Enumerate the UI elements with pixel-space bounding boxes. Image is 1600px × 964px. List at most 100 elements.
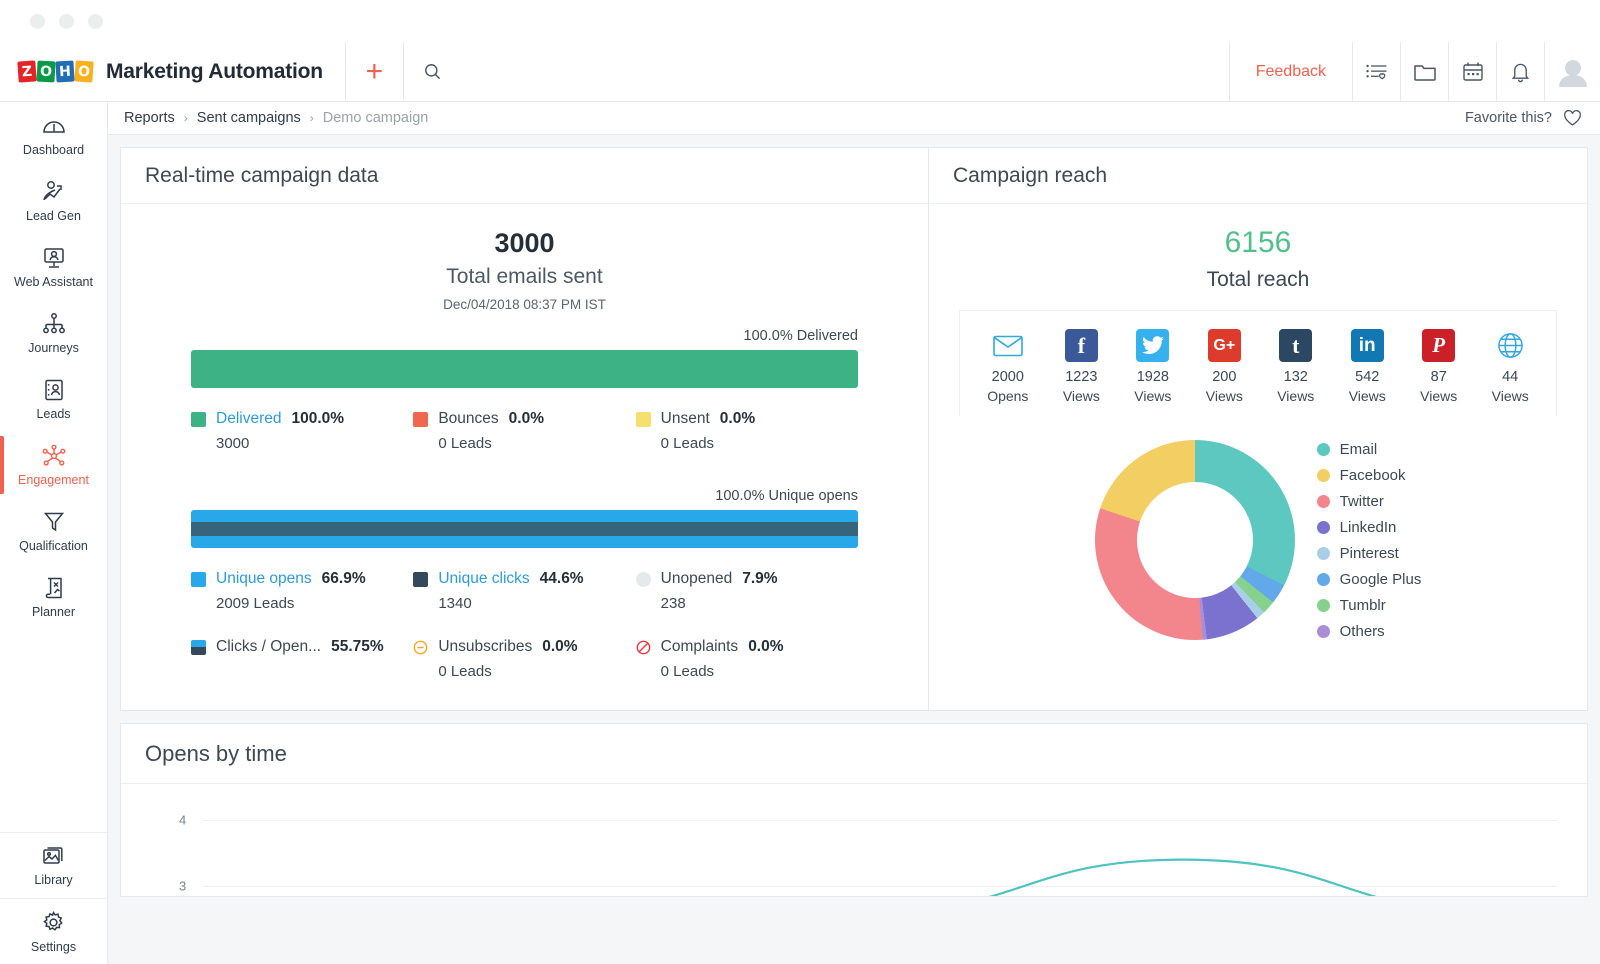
stat-sub: 2009 Leads xyxy=(216,595,295,612)
sidebar-item-planner[interactable]: Planner xyxy=(0,564,107,630)
plus-icon: + xyxy=(365,54,384,88)
channel-label: Views xyxy=(1062,388,1100,404)
calendar-button[interactable] xyxy=(1448,42,1496,101)
stat-name: Clicks / Open... xyxy=(216,638,322,655)
stat-item[interactable]: Delivered 100.0% 3000 xyxy=(191,410,413,452)
stat-item[interactable]: Unsent 0.0% 0 Leads xyxy=(635,410,858,452)
channel-item[interactable]: G+ 200 Views xyxy=(1206,329,1243,404)
realtime-campaign-card: Real-time campaign data 3000 Total email… xyxy=(120,147,928,711)
stat-sub: 238 xyxy=(660,595,686,612)
donut-legend: Email Facebook Twitter LinkedIn Pinterest Goo… xyxy=(1316,441,1422,640)
zoho-letter-z: Z xyxy=(17,60,37,83)
search-button[interactable] xyxy=(402,42,461,101)
channel-icon: t xyxy=(1279,329,1313,362)
sidebar-item-web-assistant[interactable]: Web Assistant xyxy=(0,234,107,300)
stat-name[interactable]: Delivered xyxy=(216,410,281,428)
stat-header: Unique opens 66.9% xyxy=(191,570,413,588)
breadcrumb-item-sent-campaigns[interactable]: Sent campaigns xyxy=(197,110,301,126)
legend-label: Twitter xyxy=(1339,492,1384,510)
legend-item[interactable]: Pinterest xyxy=(1316,545,1422,562)
legend-item[interactable]: LinkedIn xyxy=(1316,519,1422,536)
stat-value: 100.0% xyxy=(291,410,345,427)
sidebar-item-qualification[interactable]: Qualification xyxy=(0,498,107,564)
legend-item[interactable]: Twitter xyxy=(1316,492,1422,510)
breadcrumb-item-current: Demo campaign xyxy=(322,110,429,126)
stat-header: Unopened 7.9% xyxy=(635,570,858,588)
stat-item[interactable]: Unsubscribes 0.0% 0 Leads xyxy=(413,638,635,680)
channel-icon xyxy=(991,329,1025,362)
favorite-button[interactable]: Favorite this? xyxy=(1465,109,1582,127)
stat-item[interactable]: Bounces 0.0% 0 Leads xyxy=(413,410,635,452)
engagement-icon xyxy=(42,444,65,466)
stat-item[interactable]: Clicks / Open... 55.75% xyxy=(191,638,413,680)
stat-name[interactable]: Unique opens xyxy=(216,570,312,588)
sidebar: Dashboard Lead Gen Web Assistant Journey… xyxy=(0,102,108,964)
sidebar-item-leads[interactable]: Leads xyxy=(0,366,107,432)
legend-item[interactable]: Email xyxy=(1316,441,1422,458)
notifications-button[interactable] xyxy=(1496,42,1544,101)
zoho-logo-icon: Z O H O xyxy=(17,60,94,83)
folder-button[interactable] xyxy=(1400,42,1448,101)
zoho-letter-o2: O xyxy=(74,60,94,83)
sidebar-item-library[interactable]: Library xyxy=(0,832,107,898)
sidebar-item-lead-gen[interactable]: Lead Gen xyxy=(0,168,107,234)
images-icon xyxy=(42,847,63,864)
stat-sub: 0 Leads xyxy=(438,663,492,680)
top-bar: Z O H O Marketing Automation + Feedback xyxy=(0,42,1600,102)
legend-item[interactable]: Facebook xyxy=(1316,467,1422,484)
breadcrumb-item-reports[interactable]: Reports xyxy=(124,110,175,126)
channel-label: Opens xyxy=(987,388,1029,404)
channel-label: Views xyxy=(1134,388,1172,404)
stat-name: Unopened xyxy=(660,570,733,587)
brand[interactable]: Z O H O Marketing Automation xyxy=(0,42,345,101)
channel-item[interactable]: 1928 Views xyxy=(1134,329,1171,404)
gauge-icon xyxy=(42,120,65,133)
stat-item[interactable]: Unique clicks 44.6% 1340 xyxy=(413,570,635,612)
google-plus-icon: G+ xyxy=(1213,336,1236,354)
channel-item[interactable]: P 87 Views xyxy=(1420,329,1457,404)
y-tick-3: 3 xyxy=(179,878,187,894)
sidebar-item-journeys[interactable]: Journeys xyxy=(0,300,107,366)
legend-item[interactable]: Tumblr xyxy=(1316,597,1422,614)
legend-item[interactable]: Google Plus xyxy=(1316,571,1421,588)
sidebar-item-label: Engagement xyxy=(18,472,89,487)
campaign-timestamp: Dec/04/2018 08:37 PM IST xyxy=(443,297,606,312)
sidebar-item-label: Leads xyxy=(36,406,71,421)
donut-ring xyxy=(1094,440,1295,640)
sidebar-item-engagement[interactable]: Engagement xyxy=(0,432,107,498)
list-heart-button[interactable] xyxy=(1352,42,1400,101)
legend-swatch xyxy=(1316,572,1330,586)
zoho-letter-o1: O xyxy=(36,60,56,83)
square-swatch xyxy=(413,571,429,587)
stat-item[interactable]: Complaints 0.0% 0 Leads xyxy=(636,638,858,680)
window-dot-maximize[interactable] xyxy=(88,13,103,29)
total-emails-value: 3000 xyxy=(494,228,555,258)
breadcrumb-bar: Reports › Sent campaigns › Demo campaign… xyxy=(108,102,1600,135)
opens-by-time-card: Opens by time 4 3 xyxy=(120,723,1588,897)
window-dot-minimize[interactable] xyxy=(59,13,74,29)
channel-item[interactable]: 44 Views xyxy=(1492,329,1529,404)
channel-count: 132 xyxy=(1283,369,1308,385)
feedback-button[interactable]: Feedback xyxy=(1228,42,1352,101)
twitter-icon xyxy=(1141,336,1164,355)
stat-name: Unsent xyxy=(660,410,710,427)
stat-item[interactable]: Unopened 7.9% 238 xyxy=(635,570,858,612)
add-button[interactable]: + xyxy=(344,42,403,101)
channel-item[interactable]: in 542 Views xyxy=(1349,329,1386,404)
sidebar-item-label: Dashboard xyxy=(22,142,85,157)
channel-item[interactable]: f 1223 Views xyxy=(1063,329,1100,404)
stat-item[interactable]: Unique opens 66.9% 2009 Leads xyxy=(191,570,413,612)
channel-item[interactable]: t 132 Views xyxy=(1277,329,1314,404)
stat-header: Unique clicks 44.6% xyxy=(413,570,635,588)
channel-label: Views xyxy=(1277,388,1315,404)
channel-item[interactable]: 2000 Opens xyxy=(987,329,1028,404)
channel-icon: f xyxy=(1064,329,1098,362)
legend-item[interactable]: Others xyxy=(1316,623,1422,640)
sidebar-item-dashboard[interactable]: Dashboard xyxy=(0,102,107,168)
window-dot-close[interactable] xyxy=(30,13,45,29)
channel-count: 542 xyxy=(1355,369,1380,385)
sidebar-item-settings[interactable]: Settings xyxy=(0,898,107,964)
stat-name[interactable]: Unique clicks xyxy=(438,570,529,588)
user-avatar[interactable] xyxy=(1544,42,1600,101)
